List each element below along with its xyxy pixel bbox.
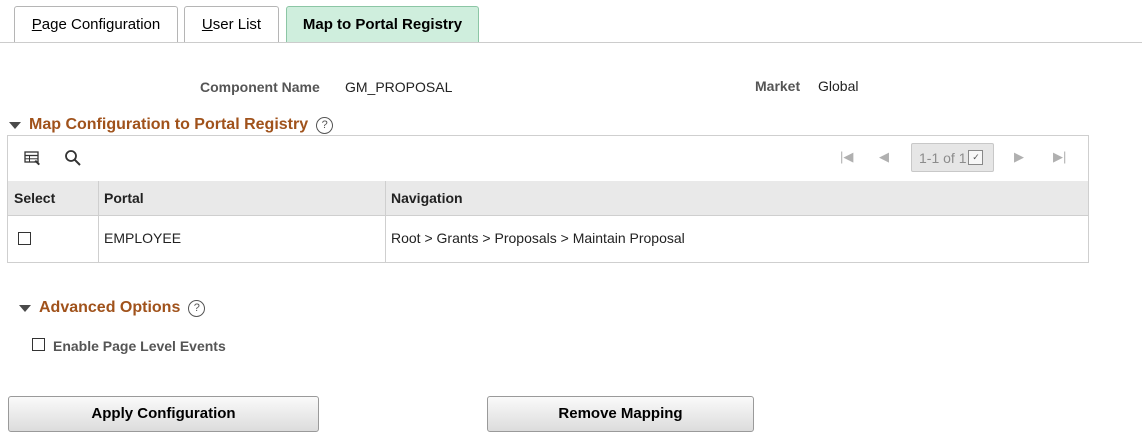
column-header-portal[interactable]: Portal (104, 190, 144, 206)
component-name-label: Component Name (200, 79, 320, 95)
enable-page-level-events-label[interactable]: Enable Page Level Events (53, 338, 226, 354)
column-divider (98, 181, 99, 262)
advanced-options-title: Advanced Options (39, 299, 181, 316)
last-page-icon[interactable]: ▶| (1053, 149, 1066, 165)
tab-map-to-portal-registry[interactable]: Map to Portal Registry (286, 6, 479, 43)
search-icon[interactable] (64, 149, 82, 167)
map-config-section-header[interactable]: Map Configuration to Portal Registry ? (9, 116, 334, 134)
tab-label: age Configuration (41, 16, 161, 33)
column-header-navigation[interactable]: Navigation (391, 190, 463, 206)
table-row: EMPLOYEE Root > Grants > Proposals > Mai… (8, 216, 1088, 262)
previous-page-icon[interactable]: ◀ (879, 149, 889, 165)
row-select-checkbox[interactable] (18, 232, 31, 245)
next-page-icon[interactable]: ▶ (1014, 149, 1024, 165)
portal-registry-grid: |◀ ◀ 1-1 of 1 ✓ ▶ ▶| Select Portal Navig… (7, 135, 1089, 263)
tab-accel: P (31, 16, 42, 33)
advanced-options-section-header[interactable]: Advanced Options ? (19, 299, 206, 317)
navigation-cell: Root > Grants > Proposals > Maintain Pro… (391, 230, 685, 246)
market-value: Global (818, 78, 859, 94)
tab-page-configuration[interactable]: Page Configuration (14, 6, 178, 42)
collapse-triangle-icon[interactable] (19, 304, 31, 312)
component-name-value: GM_PROPOSAL (345, 79, 453, 95)
tab-divider (0, 42, 1142, 43)
help-icon[interactable]: ? (188, 299, 206, 317)
tab-label: ser List (212, 16, 262, 33)
portal-cell: EMPLOYEE (104, 230, 182, 246)
column-header-select[interactable]: Select (14, 190, 55, 206)
tab-user-list[interactable]: User List (184, 6, 279, 42)
chevron-down-icon[interactable]: ✓ (968, 150, 984, 165)
grid-header-row: Select Portal Navigation (8, 181, 1088, 216)
column-divider (385, 181, 386, 262)
help-icon[interactable]: ? (316, 116, 334, 134)
first-page-icon[interactable]: |◀ (840, 149, 853, 165)
collapse-triangle-icon[interactable] (9, 121, 21, 129)
remove-mapping-button[interactable]: Remove Mapping (487, 396, 754, 432)
tab-label: Map to Portal Registry (302, 16, 463, 33)
personalize-grid-icon[interactable] (24, 149, 42, 167)
apply-configuration-button[interactable]: Apply Configuration (8, 396, 319, 432)
page-selector[interactable]: 1-1 of 1 ✓ (911, 143, 994, 172)
enable-page-level-events-checkbox[interactable] (32, 338, 45, 351)
market-label: Market (755, 78, 801, 94)
grid-toolbar: |◀ ◀ 1-1 of 1 ✓ ▶ ▶| (8, 136, 1088, 182)
pager-text: 1-1 of 1 (919, 149, 967, 166)
tab-accel: U (201, 16, 213, 33)
tab-bar: Page Configuration User List Map to Port… (0, 0, 1142, 43)
map-config-section-title: Map Configuration to Portal Registry (29, 116, 309, 133)
